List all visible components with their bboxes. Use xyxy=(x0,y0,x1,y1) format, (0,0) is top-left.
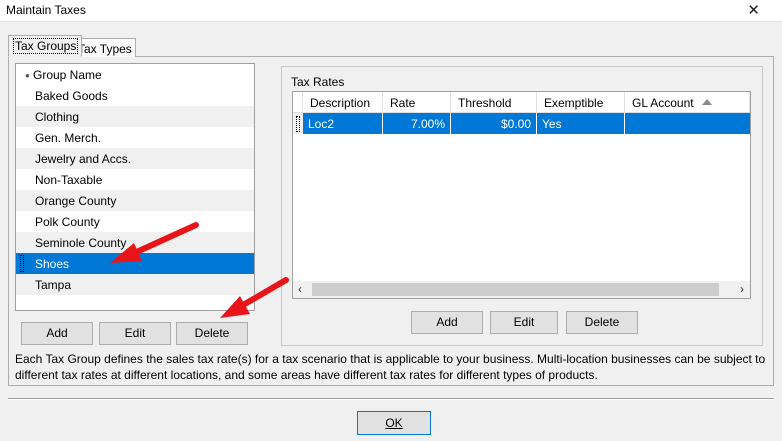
list-item-label: Seminole County xyxy=(35,236,127,250)
cell-threshold[interactable]: $0.00 xyxy=(451,113,537,134)
tab-tax-groups[interactable]: Tax Groups xyxy=(8,35,83,57)
help-text: Each Tax Group defines the sales tax rat… xyxy=(15,352,766,382)
bullet-icon: ● xyxy=(25,71,30,80)
title-bar: Maintain Taxes ✕ xyxy=(0,0,782,22)
row-focus-indicator xyxy=(296,116,300,132)
column-header-group-name: Group Name xyxy=(33,68,102,82)
row-focus-indicator xyxy=(20,255,24,272)
scroll-right-icon[interactable]: › xyxy=(740,282,744,296)
list-item[interactable]: Jewelry and Accs. xyxy=(16,148,254,169)
column-header-gl-account[interactable]: GL Account xyxy=(625,92,750,113)
delete-rate-button[interactable]: Delete xyxy=(566,311,638,334)
add-group-button[interactable]: Add xyxy=(21,322,93,345)
list-item-label: Clothing xyxy=(35,110,80,124)
column-header-description[interactable]: Description xyxy=(303,92,383,113)
tab-label: Tax Groups xyxy=(13,38,79,54)
horizontal-scrollbar[interactable]: ‹ › xyxy=(293,281,750,298)
list-item[interactable]: Orange County xyxy=(16,190,254,211)
list-item-selected[interactable]: Shoes xyxy=(16,253,254,274)
cell-rate[interactable]: 7.00% xyxy=(383,113,451,134)
scroll-left-icon[interactable]: ‹ xyxy=(298,282,302,296)
list-item[interactable]: Gen. Merch. xyxy=(16,127,254,148)
ok-button[interactable]: OK xyxy=(357,411,431,435)
cell-exemptible[interactable]: Yes xyxy=(537,113,625,134)
window-title: Maintain Taxes xyxy=(6,3,86,17)
list-item-label: Gen. Merch. xyxy=(35,131,102,145)
cell-gl-account[interactable] xyxy=(625,113,750,134)
list-item-label: Non-Taxable xyxy=(35,173,103,187)
list-item[interactable]: Baked Goods xyxy=(16,85,254,106)
sort-ascending-icon xyxy=(702,99,712,105)
list-item-label: Orange County xyxy=(35,194,117,208)
list-item[interactable]: Polk County xyxy=(16,211,254,232)
column-header-rate[interactable]: Rate xyxy=(383,92,451,113)
ok-button-label: OK xyxy=(385,416,403,430)
tab-tax-types[interactable]: Tax Types xyxy=(74,38,136,57)
cell-description[interactable]: Loc2 xyxy=(303,113,383,134)
list-item-label: Polk County xyxy=(35,215,100,229)
list-item-label: Tampa xyxy=(35,278,72,292)
list-item-label: Shoes xyxy=(35,257,70,271)
list-item[interactable]: Clothing xyxy=(16,106,254,127)
close-icon[interactable]: ✕ xyxy=(747,1,760,19)
column-header-threshold[interactable]: Threshold xyxy=(451,92,537,113)
edit-rate-button[interactable]: Edit xyxy=(490,311,558,334)
group-list-header[interactable]: ● Group Name xyxy=(16,64,254,85)
edit-group-button[interactable]: Edit xyxy=(99,322,171,345)
column-header-exemptible[interactable]: Exemptible xyxy=(537,92,625,113)
column-header-label: GL Account xyxy=(632,96,694,110)
list-item-label: Baked Goods xyxy=(35,89,108,103)
tab-label: Tax Types xyxy=(78,42,132,56)
row-header-corner xyxy=(293,92,303,113)
tax-rates-legend: Tax Rates xyxy=(291,75,345,89)
list-item[interactable]: Seminole County xyxy=(16,232,254,253)
list-item[interactable]: Non-Taxable xyxy=(16,169,254,190)
scrollbar-thumb[interactable] xyxy=(312,283,719,296)
list-item-label: Jewelry and Accs. xyxy=(35,152,132,166)
tax-group-list[interactable]: ● Group Name Baked Goods Clothing Gen. M… xyxy=(15,63,255,311)
add-rate-button[interactable]: Add xyxy=(411,311,483,334)
tax-rates-grid[interactable]: Description Rate Threshold Exemptible GL… xyxy=(292,91,751,299)
list-item[interactable]: Tampa xyxy=(16,274,254,295)
delete-group-button[interactable]: Delete xyxy=(176,322,248,345)
divider xyxy=(8,398,774,400)
